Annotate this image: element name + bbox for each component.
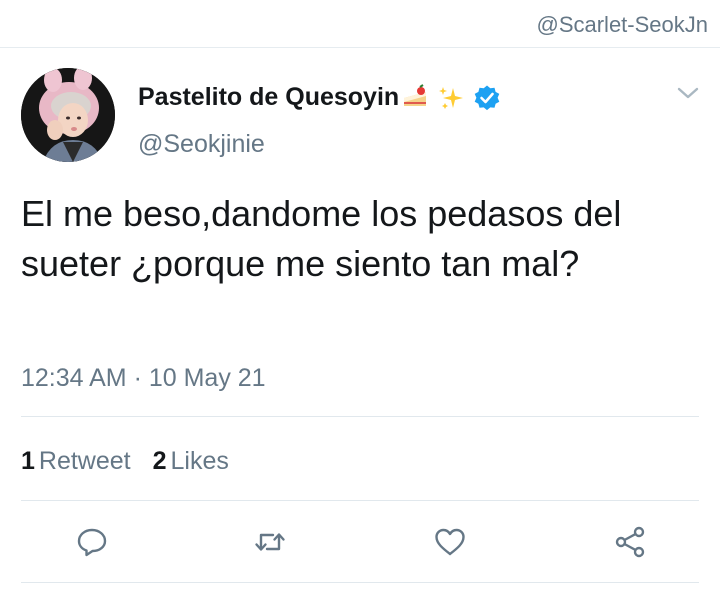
likes-label: Likes: [170, 447, 229, 475]
tweet-stats: 1 Retweet 2 Likes: [21, 446, 251, 476]
verified-badge-icon: [474, 85, 500, 111]
name-emojis: [401, 84, 501, 112]
user-handle[interactable]: @Seokjinie: [138, 129, 265, 159]
top-divider: [0, 47, 720, 48]
reply-icon: [77, 528, 107, 557]
avatar-image: [21, 68, 115, 162]
display-name[interactable]: Pastelito de Quesoyin: [138, 82, 501, 112]
shortcake-emoji: [404, 84, 427, 107]
retweets-stat[interactable]: 1 Retweet: [21, 446, 131, 476]
divider: [21, 500, 699, 501]
display-name-text: Pastelito de Quesoyin: [138, 83, 400, 111]
retweet-icon: [255, 533, 285, 551]
share-button[interactable]: [612, 524, 648, 560]
likes-count: 2: [152, 447, 167, 475]
divider: [21, 582, 699, 583]
tweet-text: El me beso,dandome los pedasos del suete…: [21, 193, 622, 284]
likes-stat[interactable]: 2 Likes: [153, 446, 229, 476]
retweet-button[interactable]: [252, 524, 288, 560]
chevron-down-icon[interactable]: [676, 84, 700, 102]
retweets-label: Retweet: [38, 447, 131, 475]
watermark: @Scarlet-SeokJn: [536, 12, 708, 37]
like-button[interactable]: [432, 524, 468, 560]
heart-icon: [435, 528, 465, 556]
reply-button[interactable]: [74, 524, 110, 560]
retweets-count: 1: [21, 447, 35, 475]
avatar[interactable]: [21, 68, 115, 162]
tweet-timestamp[interactable]: 12:34 AM · 10 May 21: [21, 363, 266, 393]
sparkles-emoji: [439, 87, 464, 110]
share-icon: [615, 526, 645, 558]
divider: [21, 416, 699, 417]
